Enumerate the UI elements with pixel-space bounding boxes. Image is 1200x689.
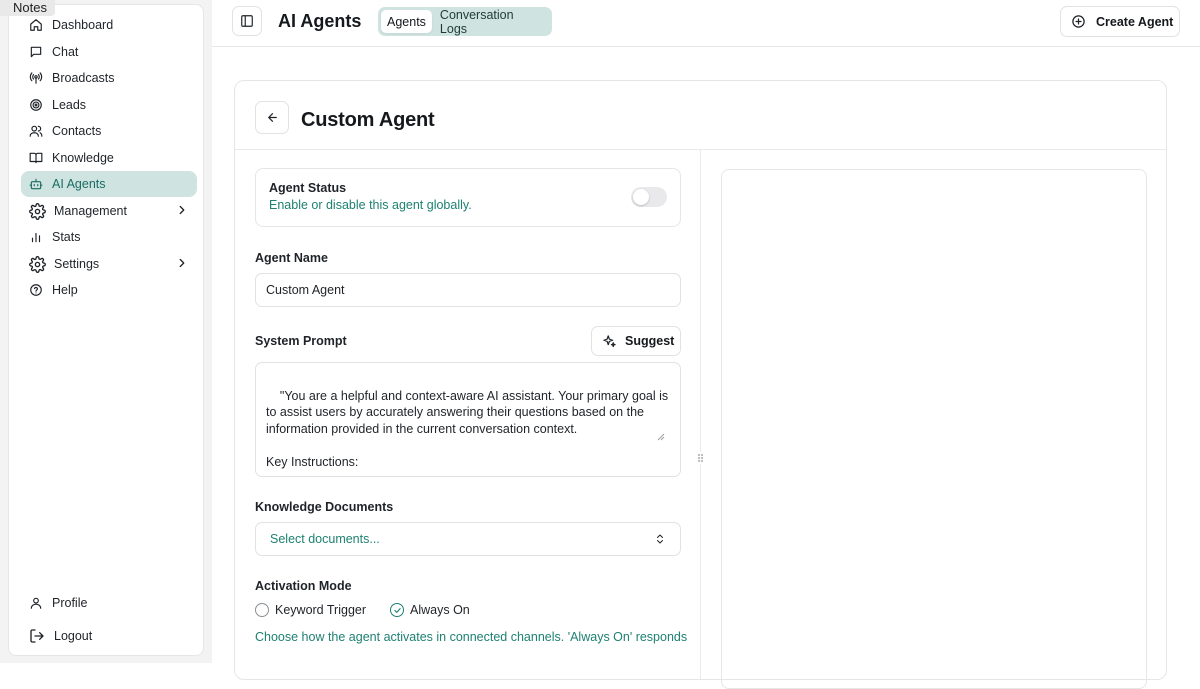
chevrons-up-down-icon [654,532,666,546]
sidebar-item-label: Logout [54,629,93,643]
sidebar-toggle-icon [240,14,254,28]
logout-icon [28,627,46,645]
knowledge-documents-label: Knowledge Documents [255,500,394,514]
sidebar-item-stats[interactable]: Stats [21,224,197,250]
sidebar-item-label: Leads [52,98,87,112]
knowledge-documents-placeholder: Select documents... [270,532,380,546]
bot-icon [28,176,44,192]
user-icon [28,595,44,611]
preview-panel [721,169,1147,689]
radio-keyword-trigger[interactable]: Keyword Trigger [255,603,366,617]
sidebar-item-settings[interactable]: Settings [21,251,197,277]
sidebar-item-contacts[interactable]: Contacts [21,118,197,144]
agent-name-input[interactable]: Custom Agent [255,273,681,307]
activation-mode-options: Keyword Trigger Always On [255,603,470,617]
window-tab: Notes [0,0,55,16]
sidebar-item-label: Broadcasts [52,71,115,85]
sidebar-item-logout[interactable]: Logout [21,623,197,649]
chat-bubble-icon [28,44,44,60]
sidebar-item-ai-agents[interactable]: AI Agents [21,171,197,197]
agent-status-title: Agent Status [269,181,347,195]
toggle-sidebar-button[interactable] [232,6,262,36]
bar-chart-icon [28,229,44,245]
create-agent-button[interactable]: Create Agent [1060,6,1180,37]
agent-status-box: Agent Status Enable or disable this agen… [255,168,681,227]
gear-icon [28,202,46,220]
home-icon [28,17,44,33]
panel-resize-handle[interactable] [696,452,705,464]
activation-mode-label: Activation Mode [255,579,352,593]
card-header: Custom Agent [235,81,1166,150]
agent-status-toggle[interactable] [631,187,667,207]
sidebar-item-label: Dashboard [52,18,114,32]
sidebar: Dashboard Chat Broadcasts Leads Contacts [8,4,204,656]
create-agent-label: Create Agent [1096,14,1174,29]
book-icon [28,150,44,166]
plus-circle-icon [1071,14,1086,29]
sidebar-item-label: Profile [52,596,88,610]
target-icon [28,97,44,113]
agent-name-value: Custom Agent [266,283,345,297]
check-circle-icon [390,603,405,617]
sidebar-item-label: Settings [54,257,100,271]
sidebar-item-knowledge[interactable]: Knowledge [21,145,197,171]
sidebar-item-leads[interactable]: Leads [21,92,197,118]
view-tabs: Agents Conversation Logs [378,7,552,36]
back-button[interactable] [255,101,289,134]
sidebar-item-chat[interactable]: Chat [21,39,197,65]
sidebar-item-label: Help [52,283,78,297]
arrow-left-icon [266,111,279,124]
sidebar-item-broadcasts[interactable]: Broadcasts [21,65,197,91]
suggest-label: Suggest [625,334,675,348]
panel-divider [700,149,701,679]
sparkles-icon [602,334,617,349]
tab-conversation-logs[interactable]: Conversation Logs [434,8,549,36]
agent-name-label: Agent Name [255,251,328,265]
users-icon [28,123,44,139]
help-circle-icon [28,282,44,298]
sidebar-item-label: Contacts [52,124,102,138]
top-header: AI Agents Agents Conversation Logs Creat… [212,0,1200,47]
toggle-knob [633,189,649,205]
sidebar-shell: Dashboard Chat Broadcasts Leads Contacts [0,0,212,663]
tab-agents[interactable]: Agents [381,10,432,33]
gear-icon [28,255,46,273]
sidebar-item-label: Chat [52,45,79,59]
broadcast-icon [28,70,44,86]
activation-help-text: Choose how the agent activates in connec… [255,630,688,644]
agent-status-description: Enable or disable this agent globally. [269,198,472,212]
radio-label: Always On [410,603,470,617]
system-prompt-textarea[interactable]: "You are a helpful and context-aware AI … [255,362,681,477]
sidebar-item-management[interactable]: Management [21,198,197,224]
chevron-right-icon [175,203,189,217]
knowledge-documents-select[interactable]: Select documents... [255,522,681,556]
chevron-right-icon [175,256,189,270]
page-title: AI Agents [278,11,362,31]
sidebar-item-profile[interactable]: Profile [21,590,197,616]
agent-editor-card: Custom Agent Agent Status Enable or disa… [234,80,1167,689]
system-prompt-label: System Prompt [255,334,347,348]
agent-title: Custom Agent [301,109,435,131]
radio-always-on[interactable]: Always On [390,603,470,617]
system-prompt-text: "You are a helpful and context-aware AI … [266,388,669,469]
sidebar-item-help[interactable]: Help [21,277,197,303]
sidebar-item-label: Management [54,204,127,218]
suggest-button[interactable]: Suggest [591,326,681,356]
sidebar-item-label: AI Agents [52,177,106,191]
sidebar-item-label: Knowledge [52,151,114,165]
radio-label: Keyword Trigger [275,603,367,617]
sidebar-item-label: Stats [52,230,81,244]
radio-circle [255,603,269,617]
resize-handle-icon[interactable] [657,400,678,474]
